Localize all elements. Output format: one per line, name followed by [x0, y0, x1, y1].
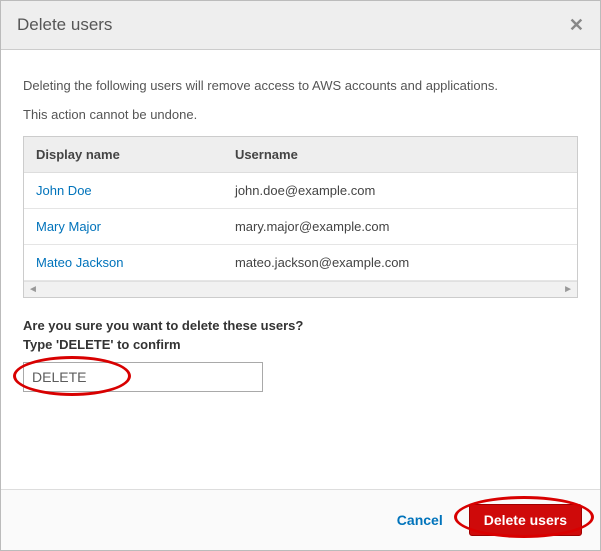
table-row: John Doe john.doe@example.com: [24, 173, 577, 209]
cancel-button[interactable]: Cancel: [387, 506, 453, 534]
user-username: mary.major@example.com: [223, 209, 577, 245]
modal-body: Deleting the following users will remove…: [1, 50, 600, 489]
warning-text-2: This action cannot be undone.: [23, 107, 578, 122]
confirm-question: Are you sure you want to delete these us…: [23, 318, 578, 333]
modal-footer: Cancel Delete users: [1, 489, 600, 550]
delete-users-button[interactable]: Delete users: [469, 504, 582, 536]
user-link[interactable]: John Doe: [36, 183, 92, 198]
confirm-input-wrap: [23, 362, 263, 392]
warning-text-1: Deleting the following users will remove…: [23, 78, 578, 93]
confirm-input[interactable]: [23, 362, 263, 392]
scroll-right-icon: ►: [563, 284, 573, 295]
users-table: Display name Username John Doe john.doe@…: [24, 137, 577, 281]
table-row: Mary Major mary.major@example.com: [24, 209, 577, 245]
delete-users-modal: Delete users ✕ Deleting the following us…: [0, 0, 601, 551]
user-username: john.doe@example.com: [223, 173, 577, 209]
users-table-wrap: Display name Username John Doe john.doe@…: [23, 136, 578, 298]
modal-header: Delete users ✕: [1, 1, 600, 50]
horizontal-scrollbar[interactable]: ◄ ►: [24, 281, 577, 297]
confirm-instruction: Type 'DELETE' to confirm: [23, 337, 578, 352]
scroll-left-icon: ◄: [28, 284, 38, 295]
user-username: mateo.jackson@example.com: [223, 245, 577, 281]
user-link[interactable]: Mary Major: [36, 219, 101, 234]
close-icon[interactable]: ✕: [569, 16, 584, 34]
table-row: Mateo Jackson mateo.jackson@example.com: [24, 245, 577, 281]
col-display-name: Display name: [24, 137, 223, 173]
modal-title: Delete users: [17, 15, 112, 35]
confirm-block: Are you sure you want to delete these us…: [23, 318, 578, 392]
col-username: Username: [223, 137, 577, 173]
user-link[interactable]: Mateo Jackson: [36, 255, 123, 270]
